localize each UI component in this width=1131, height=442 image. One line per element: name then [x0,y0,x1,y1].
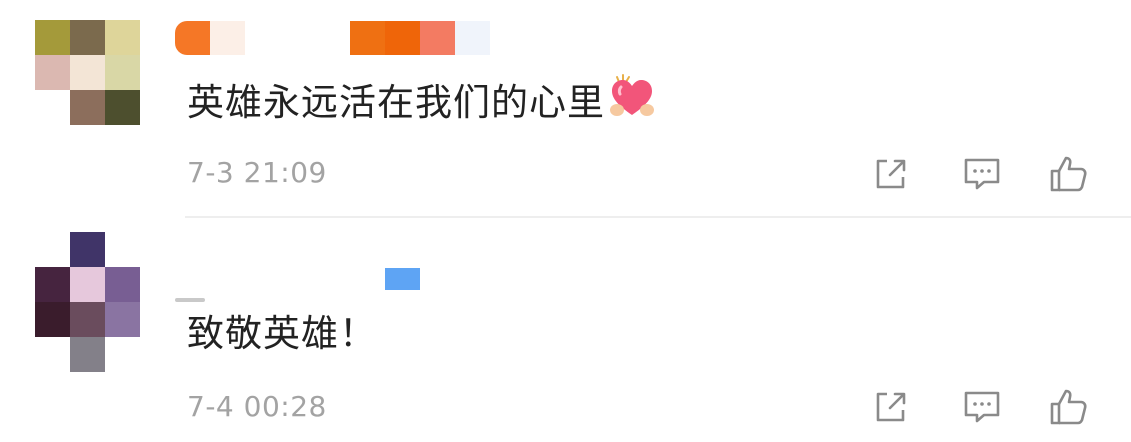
comment-actions [0,0,1131,218]
reply-icon [964,158,1000,190]
share-icon [876,159,906,189]
comment-item: 英雄永远活在我们的心里 7-3 21:09 [0,0,1131,218]
comment-item: 致敬英雄！ 7-4 00:28 [0,219,1131,442]
share-button[interactable] [870,154,910,194]
comment-actions [0,219,1131,442]
reply-button[interactable] [962,154,1002,194]
reply-button[interactable] [962,387,1002,427]
share-button[interactable] [870,387,910,427]
like-button[interactable] [1048,154,1088,194]
divider [185,216,1131,218]
reply-icon [964,391,1000,423]
like-button[interactable] [1048,387,1088,427]
like-icon [1050,389,1087,425]
share-icon [876,392,906,422]
like-icon [1050,156,1087,192]
